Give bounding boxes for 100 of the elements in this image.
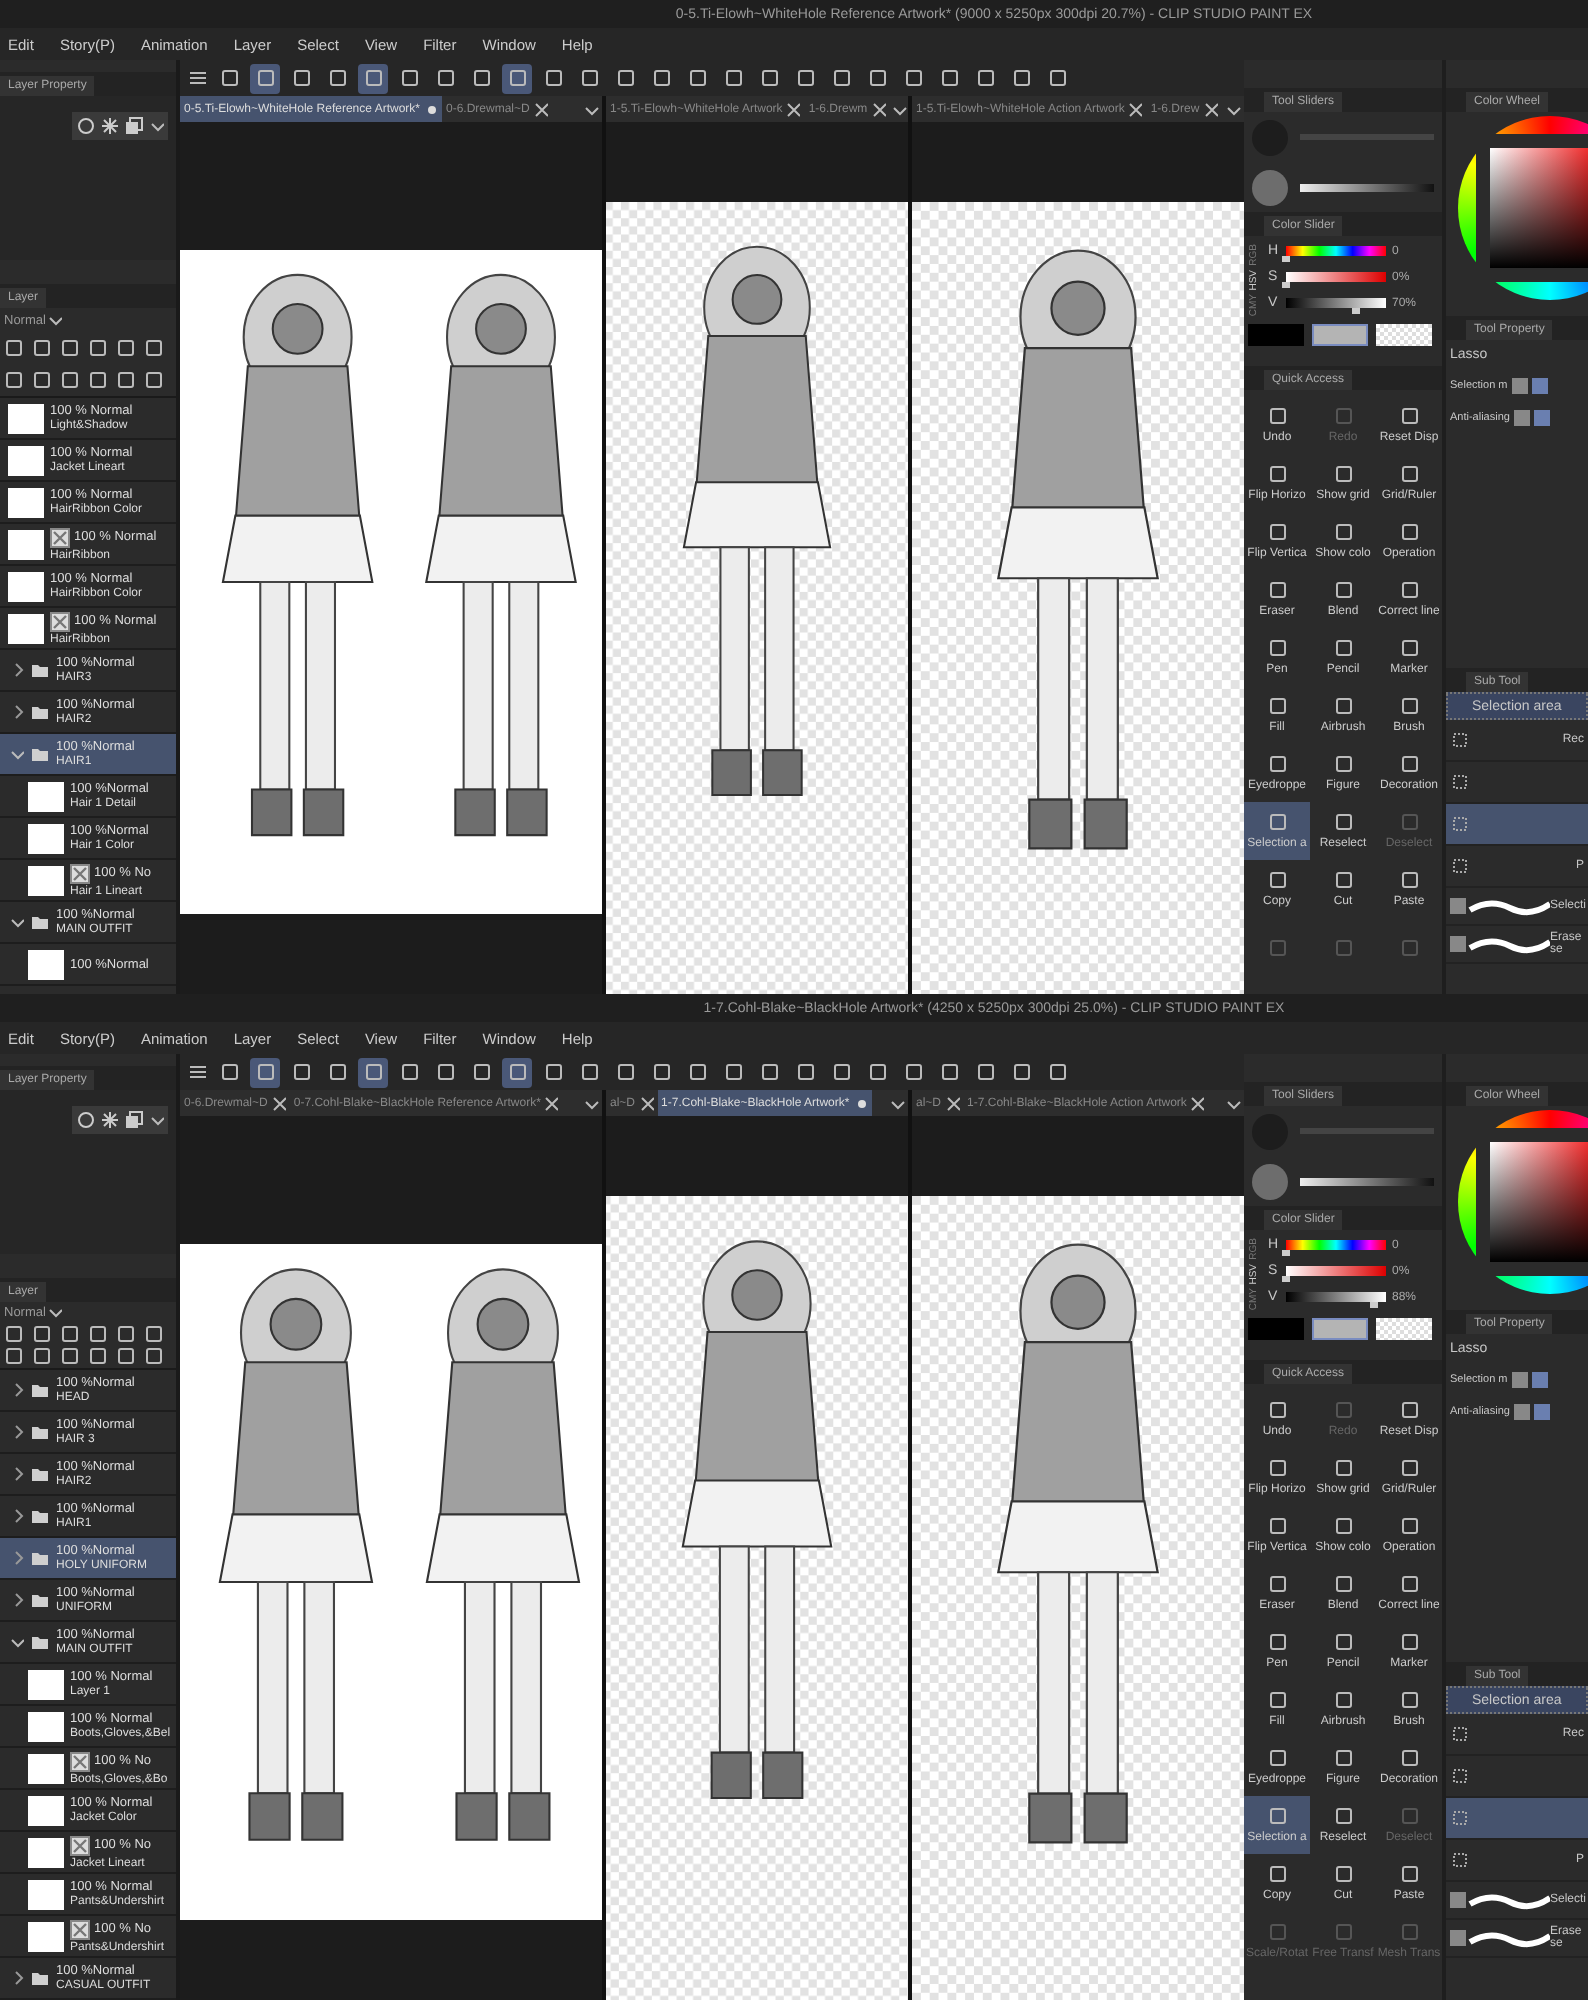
color-swatch[interactable] [1312, 324, 1368, 347]
color-swatch[interactable] [1248, 324, 1304, 347]
square-icon [1333, 1516, 1353, 1537]
shape-icon [1450, 772, 1470, 792]
square-icon[interactable] [144, 370, 164, 390]
folder-icon [30, 1506, 50, 1526]
square-icon[interactable] [4, 370, 24, 390]
square-icon[interactable] [60, 338, 80, 358]
square-icon [1047, 1062, 1067, 1082]
square-icon [651, 1062, 671, 1082]
square-icon [1399, 638, 1419, 659]
shape-icon [1450, 1808, 1470, 1828]
folder-icon [30, 1380, 50, 1400]
close-icon[interactable] [269, 1093, 286, 1113]
square-icon[interactable] [4, 1346, 24, 1367]
square-icon[interactable] [4, 338, 24, 358]
slider-thumb[interactable] [1370, 1302, 1378, 1308]
close-icon[interactable] [784, 99, 801, 119]
close-icon[interactable] [531, 99, 548, 119]
menu-icon[interactable] [188, 68, 208, 88]
close-icon[interactable] [1126, 99, 1143, 119]
toolbar-button[interactable] [250, 63, 280, 93]
folder-icon [30, 1422, 50, 1442]
square-icon[interactable] [32, 1323, 52, 1344]
toolbar-button[interactable] [250, 1057, 280, 1087]
square-icon[interactable] [60, 370, 80, 390]
square-icon [1267, 1516, 1287, 1537]
square-icon[interactable] [116, 1323, 136, 1344]
square-icon [615, 1062, 635, 1082]
transparent-swatch[interactable] [1376, 1318, 1432, 1341]
square-icon[interactable] [116, 1346, 136, 1367]
layer-thumbnail [28, 1837, 64, 1867]
square-icon [291, 68, 311, 88]
slider-thumb[interactable] [1282, 1250, 1290, 1256]
toolbar-button[interactable] [502, 63, 532, 93]
mask-icon [50, 527, 70, 547]
close-icon[interactable] [943, 1093, 960, 1113]
shape-icon [1450, 814, 1470, 834]
square-icon[interactable] [88, 1323, 108, 1344]
square-icon [975, 68, 995, 88]
slider-thumb[interactable] [1282, 1276, 1290, 1282]
square-icon[interactable] [116, 370, 136, 390]
square-icon[interactable] [32, 370, 52, 390]
square-icon [1399, 754, 1419, 775]
color-swatch[interactable] [1248, 1318, 1304, 1341]
square-icon[interactable] [144, 338, 164, 358]
folder-icon [30, 744, 50, 764]
square-icon[interactable] [88, 338, 108, 358]
toolbar-button[interactable] [358, 1057, 388, 1087]
square-icon [1267, 754, 1287, 775]
square-icon [903, 68, 923, 88]
mask-icon [70, 1835, 90, 1855]
square-icon[interactable] [60, 1346, 80, 1367]
square-icon[interactable] [32, 338, 52, 358]
close-icon[interactable] [542, 1093, 559, 1113]
slider-thumb[interactable] [1282, 256, 1290, 262]
saturation-square[interactable] [1490, 148, 1588, 268]
square-icon [1267, 1400, 1287, 1421]
layer-thumbnail [28, 1711, 64, 1741]
transparent-swatch[interactable] [1376, 324, 1432, 347]
square-icon [1267, 638, 1287, 659]
square-icon[interactable] [88, 1346, 108, 1367]
square-icon[interactable] [116, 338, 136, 358]
square-icon [435, 68, 455, 88]
square-icon[interactable] [32, 1346, 52, 1367]
toolbar-button[interactable] [502, 1057, 532, 1087]
square-icon [1399, 522, 1419, 543]
toolbar-button[interactable] [358, 63, 388, 93]
color-wheel[interactable] [1458, 1110, 1588, 1294]
square-icon [1399, 1864, 1419, 1885]
close-icon[interactable] [1201, 99, 1218, 119]
square-icon[interactable] [60, 1323, 80, 1344]
slider-track[interactable] [1300, 183, 1434, 191]
square-icon[interactable] [88, 370, 108, 390]
square-icon [327, 1062, 347, 1082]
square-icon [1333, 1864, 1353, 1885]
square-icon[interactable] [4, 1323, 24, 1344]
shape-icon [1450, 1850, 1470, 1870]
square-icon [1333, 580, 1353, 601]
square-icon [939, 68, 959, 88]
square-icon [435, 1062, 455, 1082]
slider-thumb[interactable] [1352, 308, 1360, 314]
circle-icon [76, 116, 96, 136]
color-wheel[interactable] [1458, 116, 1588, 300]
saturation-square[interactable] [1490, 1142, 1588, 1262]
close-icon[interactable] [869, 99, 886, 119]
square-icon [1333, 1748, 1353, 1769]
square-icon [1399, 1574, 1419, 1595]
close-icon[interactable] [637, 1093, 654, 1113]
square-icon [255, 1062, 275, 1082]
square-icon [1399, 696, 1419, 717]
square-icon[interactable] [144, 1346, 164, 1367]
shape-icon [1450, 856, 1470, 876]
square-icon[interactable] [144, 1323, 164, 1344]
layer-thumbnail [28, 781, 64, 811]
menu-icon[interactable] [188, 1062, 208, 1082]
color-swatch[interactable] [1312, 1318, 1368, 1341]
close-icon[interactable] [1188, 1093, 1205, 1113]
slider-track[interactable] [1300, 1177, 1434, 1185]
slider-thumb[interactable] [1282, 282, 1290, 288]
